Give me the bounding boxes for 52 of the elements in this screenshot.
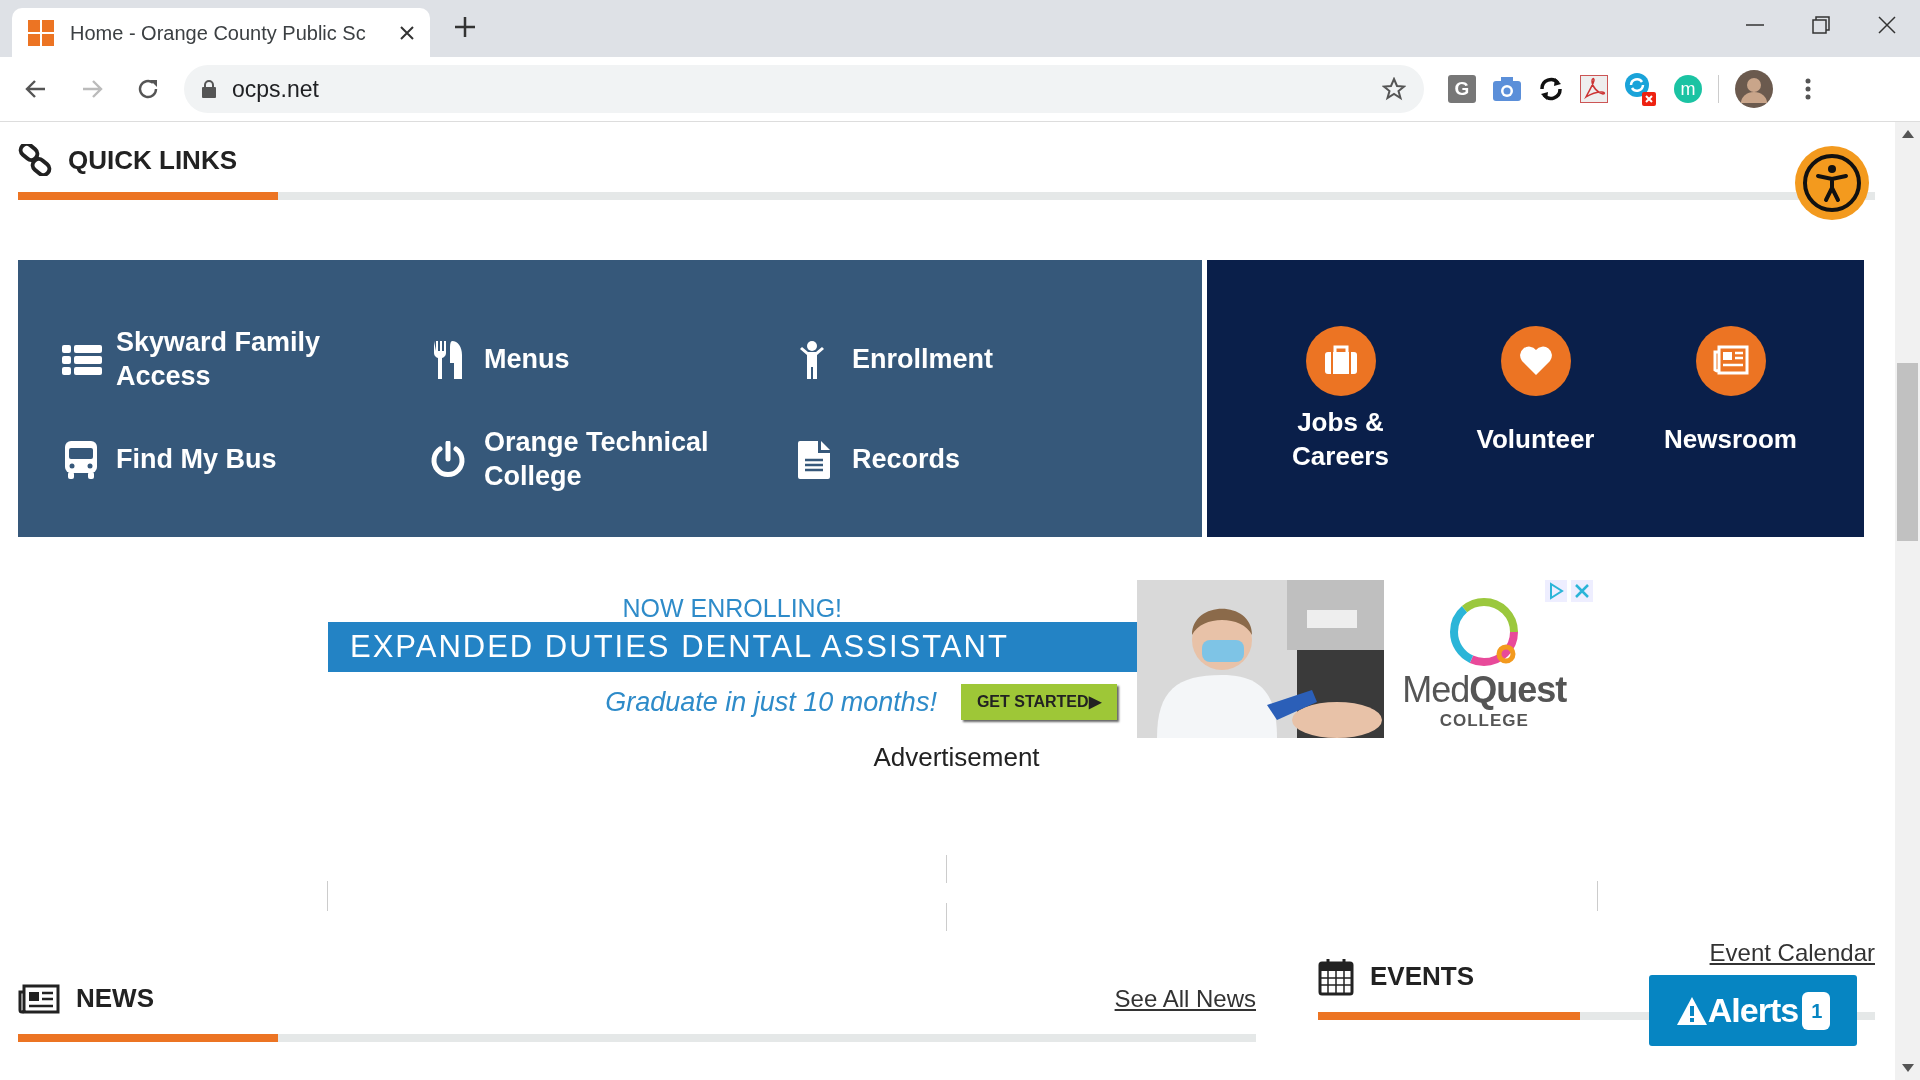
featured-link[interactable]: Newsroom bbox=[1633, 326, 1828, 474]
link-icon bbox=[18, 144, 52, 176]
quick-link[interactable]: Records bbox=[798, 410, 1166, 510]
pdf-icon[interactable] bbox=[1580, 75, 1608, 103]
calendar-icon bbox=[1318, 957, 1354, 996]
section-heading: NEWS bbox=[76, 982, 155, 1015]
ad-caption: Advertisement bbox=[873, 741, 1040, 774]
blocked-sync-icon[interactable] bbox=[1624, 72, 1658, 106]
quick-link[interactable]: Orange Technical College bbox=[430, 410, 798, 510]
camera-icon[interactable] bbox=[1492, 76, 1522, 102]
tab-title: Home - Orange County Public Sc bbox=[70, 20, 367, 46]
ad-brand-subtitle: COLLEGE bbox=[1439, 710, 1529, 732]
quick-link[interactable]: Skyward Family Access bbox=[62, 310, 430, 410]
see-all-news-link[interactable]: See All News bbox=[1114, 980, 1256, 1017]
ad-banner: EXPANDED DUTIES DENTAL ASSISTANT bbox=[328, 622, 1137, 672]
newspaper-icon bbox=[18, 983, 60, 1014]
ad-headline: NOW ENROLLING! bbox=[621, 593, 844, 622]
quick-link[interactable]: Menus bbox=[430, 310, 798, 410]
featured-link[interactable]: Jobs & Careers bbox=[1243, 326, 1438, 474]
avatar-icon[interactable] bbox=[1735, 70, 1773, 108]
quick-link[interactable]: Find My Bus bbox=[62, 410, 430, 510]
reload-icon bbox=[136, 77, 160, 101]
event-calendar-link[interactable]: Event Calendar bbox=[1709, 935, 1875, 971]
ad-brand-name: MedQuest bbox=[1402, 672, 1567, 708]
sync-icon[interactable] bbox=[1538, 76, 1564, 102]
address-bar[interactable]: ocps.net bbox=[184, 65, 1424, 113]
ad-tagline: Graduate in just 10 months! bbox=[605, 685, 937, 719]
favicon-icon bbox=[28, 19, 54, 46]
featured-link[interactable]: Volunteer bbox=[1438, 326, 1633, 474]
new-tab-icon[interactable] bbox=[454, 16, 476, 38]
close-icon[interactable] bbox=[1878, 16, 1896, 34]
newspaper-icon bbox=[1695, 326, 1766, 396]
menu-icon[interactable] bbox=[1805, 78, 1811, 100]
url-text: ocps.net bbox=[232, 74, 320, 104]
browser-tab[interactable]: Home - Orange County Public Sc bbox=[12, 8, 430, 57]
warning-icon bbox=[1675, 995, 1708, 1026]
quick-link[interactable]: Enrollment bbox=[798, 310, 1166, 410]
restore-icon[interactable] bbox=[1812, 16, 1830, 34]
scroll-down-icon[interactable] bbox=[1901, 1064, 1914, 1072]
section-heading: EVENTS bbox=[1370, 960, 1476, 993]
extension-icon[interactable]: G bbox=[1448, 75, 1476, 103]
get-started-button[interactable]: GET STARTED▶ bbox=[960, 684, 1117, 720]
section-heading: QUICK LINKS bbox=[68, 143, 237, 177]
alert-count: 1 bbox=[1802, 991, 1831, 1030]
scrollbar-thumb[interactable] bbox=[1897, 363, 1918, 541]
scroll-up-icon[interactable] bbox=[1901, 130, 1914, 138]
briefcase-icon bbox=[1305, 326, 1376, 396]
alerts-button[interactable]: Alerts 1 bbox=[1649, 975, 1857, 1046]
close-icon[interactable] bbox=[400, 25, 414, 40]
lock-icon bbox=[202, 80, 216, 98]
star-icon[interactable] bbox=[1382, 77, 1406, 101]
scrollbar[interactable] bbox=[1895, 122, 1920, 1080]
